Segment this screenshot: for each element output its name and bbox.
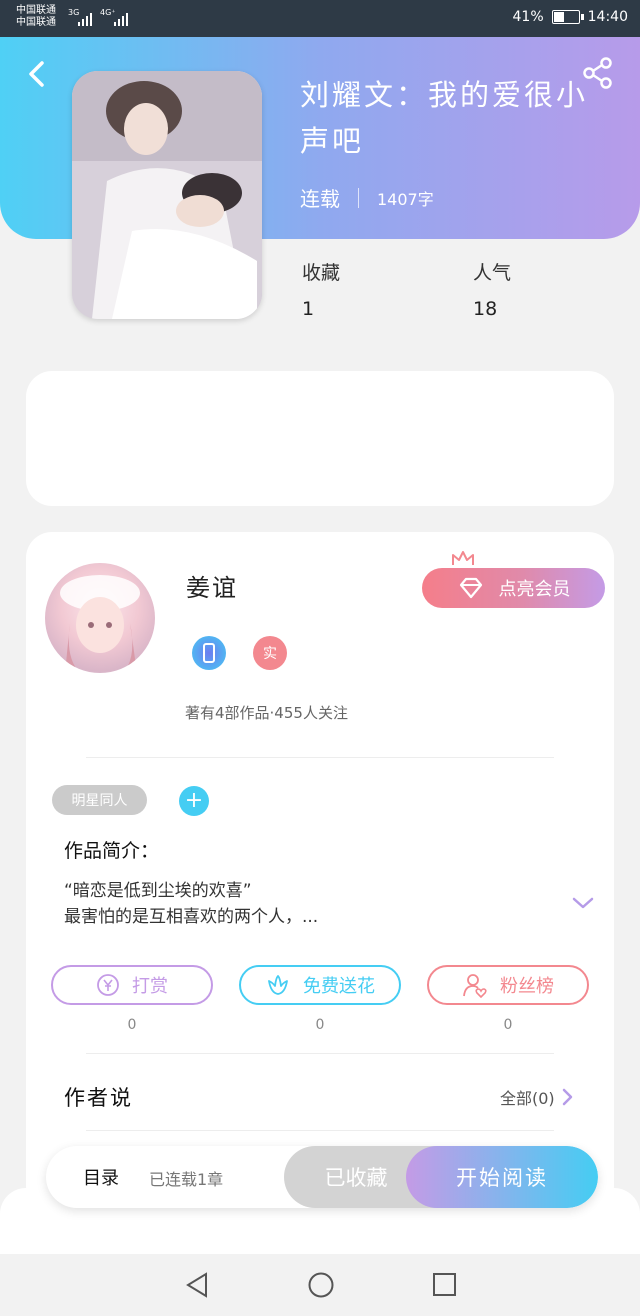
author-says-heading: 作者说 <box>64 1086 133 1110</box>
chevron-right-icon <box>562 1088 572 1106</box>
signal-icon-2 <box>114 12 128 26</box>
book-meta: 连载 1407字 <box>300 183 434 212</box>
avatar-illustration <box>60 575 140 673</box>
battery-fill <box>553 12 565 22</box>
expand-intro-button[interactable] <box>570 894 596 916</box>
popularity-value: 18 <box>473 298 498 320</box>
back-button[interactable] <box>24 58 52 90</box>
start-reading-button[interactable]: 开始阅读 <box>406 1146 598 1208</box>
phone-icon <box>203 643 215 663</box>
favorites-label: 收藏 <box>302 262 341 284</box>
tip-count: 0 <box>127 1017 137 1033</box>
author-says-all-link[interactable]: 全部(0) <box>500 1085 575 1109</box>
empty-card <box>26 371 614 506</box>
book-cover-image[interactable] <box>72 71 262 319</box>
battery-icon <box>551 10 584 24</box>
circle-home-icon <box>308 1272 334 1298</box>
word-count: 1407字 <box>377 189 434 209</box>
diamond-icon <box>459 577 482 599</box>
vip-button[interactable]: 点亮会员 <box>422 568 605 608</box>
send-flower-button[interactable]: 免费送花 <box>239 965 401 1005</box>
nav-home-button[interactable] <box>307 1271 335 1303</box>
triangle-back-icon <box>186 1272 207 1298</box>
carrier-2: 中国联通 <box>16 17 56 28</box>
square-recents-icon <box>433 1273 456 1296</box>
divider-1 <box>86 757 554 758</box>
flower-icon <box>268 975 288 995</box>
cover-illustration <box>72 71 262 319</box>
book-title: 刘耀文：我的爱很小声吧 <box>300 78 589 158</box>
signal-icon <box>78 12 92 26</box>
author-name[interactable]: 姜谊 <box>186 568 238 603</box>
fan-ranking-label: 粉丝榜 <box>500 976 554 997</box>
author-says-all-label: 全部(0) <box>500 1089 555 1108</box>
tip-label: 打赏 <box>132 976 168 997</box>
author-stats: 著有4部作品·455人关注 <box>185 704 348 722</box>
carrier-info: 中国联通 中国联通 <box>16 4 56 28</box>
fan-ranking-button[interactable]: 粉丝榜 <box>427 965 589 1005</box>
divider-2 <box>86 1053 554 1054</box>
status-bar: 中国联通 中国联通 3G 4G⁺ 41% 14:40 <box>0 0 640 37</box>
battery-percent: 41% <box>512 9 544 25</box>
chevron-down-icon <box>572 897 594 909</box>
tip-button[interactable]: 打赏 <box>51 965 213 1005</box>
intro-line-1: “暗恋是低到尘埃的欢喜” <box>64 881 252 901</box>
author-avatar[interactable] <box>45 563 155 673</box>
flower-count: 0 <box>315 1017 325 1033</box>
chapter-count: 已连载1章 <box>149 1170 224 1189</box>
popularity-label: 人气 <box>473 262 512 284</box>
send-flower-label: 免费送花 <box>303 976 375 997</box>
divider-3 <box>86 1130 554 1131</box>
reading-bar: 目录 已连载1章 已收藏 开始阅读 <box>46 1146 598 1208</box>
meta-divider <box>358 187 359 208</box>
intro-line-2: 最害怕的是互相喜欢的两个人，... <box>64 907 319 927</box>
nav-recents-button[interactable] <box>432 1272 458 1302</box>
intro-text[interactable]: “暗恋是低到尘埃的欢喜” 最害怕的是互相喜欢的两个人，... <box>64 878 318 930</box>
fan-count: 0 <box>503 1017 513 1033</box>
clock: 14:40 <box>587 9 628 25</box>
vip-button-label: 点亮会员 <box>498 579 571 600</box>
genre-tag[interactable]: 明星同人 <box>52 785 147 815</box>
status-right: 41% 14:40 <box>513 9 628 25</box>
nav-back-button[interactable] <box>184 1271 210 1303</box>
carrier-1: 中国联通 <box>16 5 56 16</box>
back-arrow-icon <box>29 61 44 87</box>
user-heart-icon <box>463 974 487 998</box>
phone-verified-badge <box>192 636 226 670</box>
add-tag-button[interactable]: + <box>179 786 209 816</box>
favorites-value: 1 <box>302 298 315 320</box>
system-nav-bar <box>0 1254 640 1316</box>
yen-coin-icon <box>97 974 119 996</box>
plus-icon: + <box>184 788 204 813</box>
catalog-button[interactable]: 目录 <box>83 1164 119 1190</box>
intro-heading: 作品简介： <box>64 840 160 862</box>
serial-status: 连载 <box>300 187 340 211</box>
real-name-badge: 实 <box>253 636 287 670</box>
